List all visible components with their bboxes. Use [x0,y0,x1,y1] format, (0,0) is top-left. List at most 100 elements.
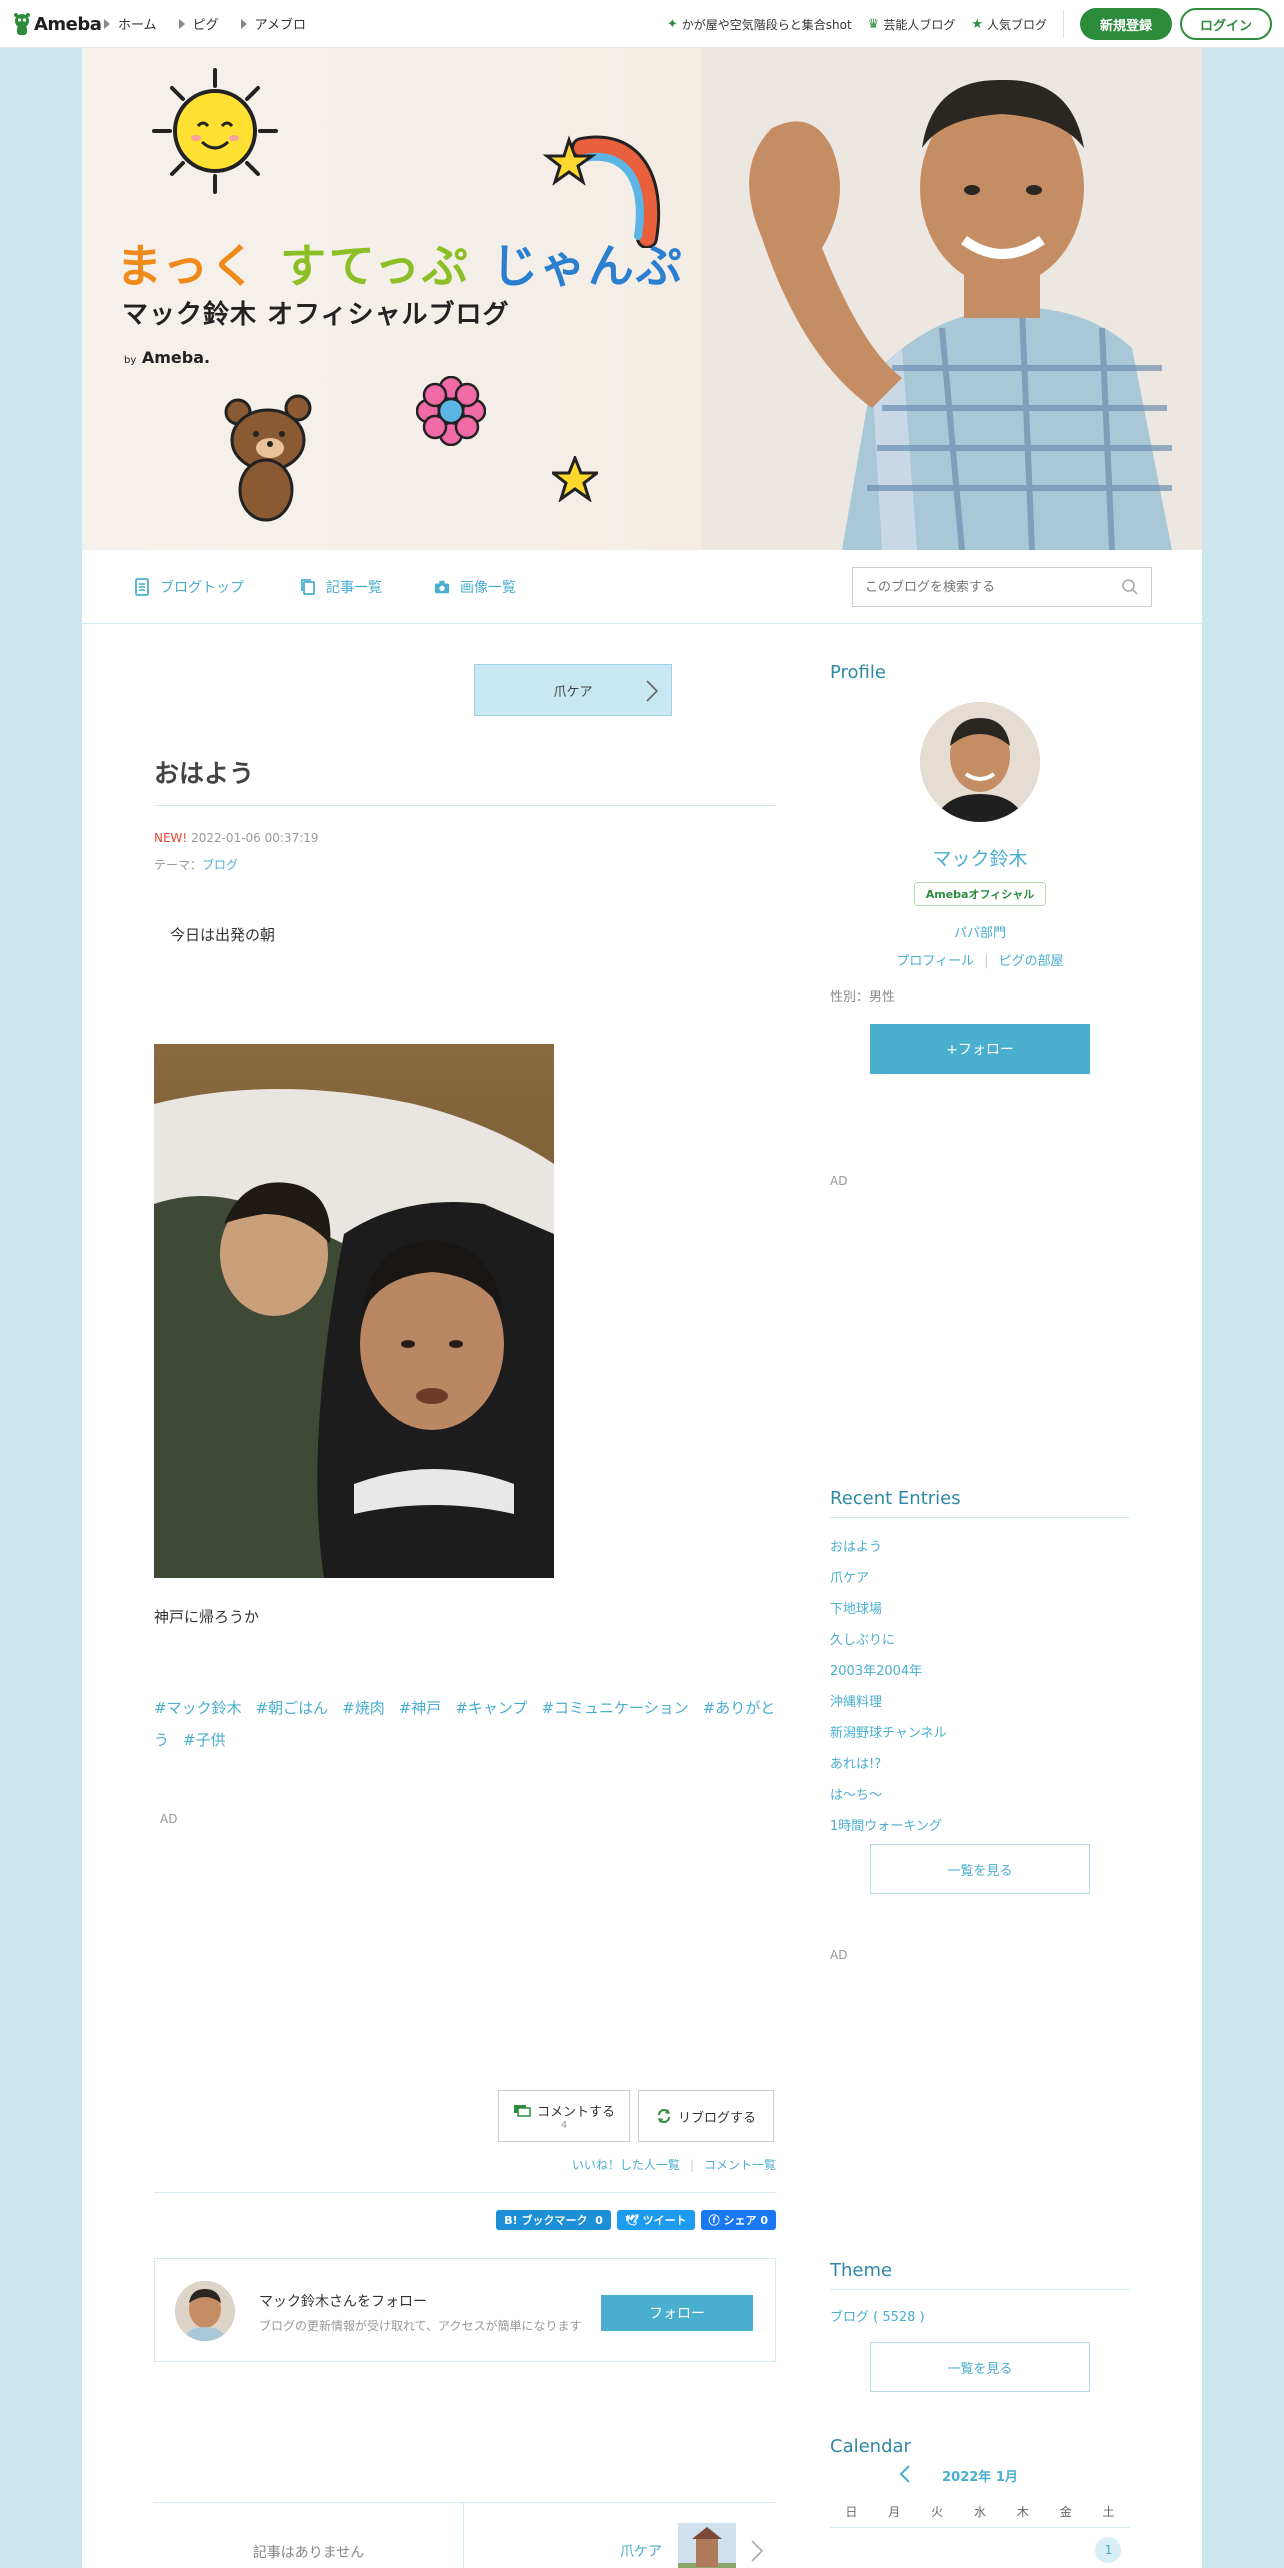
recent-see-all-button[interactable]: 一覧を見る [870,1844,1090,1894]
profile-follow-button[interactable]: +フォロー [870,1024,1090,1074]
hashtag[interactable]: #コミュニケーション [541,1699,688,1717]
hatena-bookmark-button[interactable]: B! ブックマーク 0 [496,2210,611,2230]
reblog-icon [657,2109,670,2123]
pigg-room-link[interactable]: ピグの部屋 [999,954,1064,969]
weekday: 月 [888,2505,901,2519]
calendar-weekdays: 日 月 火 水 木 金 土 [830,2496,1130,2528]
weekday: 火 [931,2505,944,2519]
recent-entry[interactable]: 1時間ウォーキング [830,1811,1130,1842]
article-date: NEW! 2022-01-06 00:37:19 [154,831,319,845]
recent-entry[interactable]: 爪ケア [830,1563,1130,1594]
popular-blog-link[interactable]: ★ 人気ブログ [971,16,1047,33]
banner-title-part2: すてっぷ [280,239,470,293]
recent-entries-heading: Recent Entries [830,1488,961,1509]
article-photo[interactable] [154,1044,554,1578]
link-separator: | [689,2158,694,2172]
theme-divider [830,2289,1130,2290]
recent-entry[interactable]: 新潟野球チャンネル [830,1718,1130,1749]
profile-avatar[interactable] [920,702,1040,822]
theme-link[interactable]: ブログ [202,858,238,872]
follow-card-button[interactable]: フォロー [601,2295,753,2331]
hashtag[interactable]: #キャンプ [455,1699,527,1717]
theme-see-all-button[interactable]: 一覧を見る [870,2342,1090,2392]
nav-image-list-label: 画像一覧 [460,580,516,596]
calendar-day-empty [1001,2529,1044,2568]
caret-right-icon [240,18,247,29]
banner-title: まっく すてっぷ じゃんぷ [116,230,684,296]
pager-next-thumbnail[interactable] [678,2523,736,2568]
hashtag[interactable]: #朝ごはん [256,1699,329,1717]
weekday: 土 [1102,2505,1115,2519]
title-divider [154,805,776,806]
author-avatar[interactable] [175,2281,235,2341]
nav-entry-list-label: 記事一覧 [326,580,382,596]
document-icon [135,578,149,596]
calendar-month: 2022年 1月 [942,2470,1018,2485]
author-photo [702,48,1202,550]
calendar-day-empty [830,2529,873,2568]
profile-link[interactable]: プロフィール [896,954,974,969]
calendar-day[interactable]: 1 [1087,2529,1130,2568]
facebook-share-button[interactable]: ⓕ シェア 0 [700,2210,776,2230]
recent-entry[interactable]: 沖縄料理 [830,1687,1130,1718]
follow-card-name: マック鈴木さんをフォロー [259,2294,427,2310]
profile-name[interactable]: マック鈴木 [830,844,1130,871]
entry-pager: 記事はありません 爪ケア [154,2502,776,2568]
recent-entries-section: Recent Entries [830,1488,1130,1518]
recent-entry[interactable]: 2003年2004年 [830,1656,1130,1687]
chevron-right-icon [751,2540,764,2562]
nav-entry-list[interactable]: 記事一覧 [300,577,382,597]
nav-home-label: ホーム [118,18,157,33]
comments-list-link[interactable]: コメント一覧 [704,2158,776,2172]
comment-button-label: コメントする [536,2105,615,2120]
prev-entry-link[interactable]: 爪ケア [474,664,672,716]
recent-entry[interactable]: 久しぶりに [830,1625,1130,1656]
calendar-day-with-post[interactable]: 1 [1095,2536,1122,2563]
blog-banner[interactable]: まっく すてっぷ じゃんぷ マック鈴木 オフィシャルブログ by Ameba. [82,48,1202,550]
comment-button[interactable]: コメントする 4 [498,2090,630,2142]
caret-right-icon [104,18,110,29]
link-separator: | [984,954,989,969]
hashtag[interactable]: #マック鈴木 [154,1699,242,1717]
featured-news-link[interactable]: ✦ かが屋や空気階段らと集合shot [667,16,852,33]
blog-search-input[interactable] [853,568,1103,606]
article-theme: テーマ：ブログ [154,856,238,873]
recent-entry[interactable]: 下地球場 [830,1594,1130,1625]
login-button[interactable]: ログイン [1180,8,1272,40]
weekday: 木 [1016,2505,1029,2519]
celebrity-blog-link[interactable]: ♛ 芸能人ブログ [868,16,956,33]
sun-illustration [152,68,278,194]
crown-icon: ♛ [867,16,880,32]
theme-section: Theme [830,2260,1130,2290]
share-divider [154,2192,776,2193]
theme-item[interactable]: ブログ ( 5528 ) [830,2306,925,2325]
hashtag[interactable]: #神戸 [399,1699,442,1717]
profile-category[interactable]: パパ部門 [830,922,1130,941]
calendar-day-empty [959,2529,1002,2568]
reblog-button[interactable]: リブログする [638,2090,774,2142]
featured-news-label: かが屋や空気階段らと集合shot [681,17,852,32]
register-button[interactable]: 新規登録 [1080,8,1172,40]
reblog-button-label: リブログする [677,2110,756,2126]
recent-entry[interactable]: おはよう [830,1532,1130,1563]
by-ameba-label: by Ameba. [124,348,210,367]
tweet-button[interactable]: 🕊 ツイート [616,2210,695,2230]
nav-ameblo[interactable]: アメブロ [240,14,306,33]
follow-card-desc: ブログの更新情報が受け取れて、アクセスが簡単になります [259,2319,582,2333]
nav-pigg[interactable]: ピグ [178,14,219,33]
recent-entry[interactable]: は〜ち〜 [830,1780,1130,1811]
header-divider [1063,10,1064,38]
nav-home[interactable]: ホーム [104,14,157,33]
search-icon[interactable] [1121,578,1139,596]
next-entry-thumbnail-image [678,2523,736,2568]
nav-image-list[interactable]: 画像一覧 [434,577,516,597]
hashtag[interactable]: #焼肉 [342,1699,385,1717]
nav-blog-top[interactable]: ブログトップ [134,577,244,597]
recent-entry[interactable]: あれは!? [830,1749,1130,1780]
chevron-right-icon [646,680,659,702]
pager-next-link[interactable]: 爪ケア [620,2541,662,2561]
hashtag[interactable]: #子供 [183,1731,226,1749]
ameba-logo[interactable]: Ameba [12,11,102,37]
likes-list-link[interactable]: いいね！した人一覧 [572,2158,680,2172]
hashtag-list: #マック鈴木 #朝ごはん #焼肉 #神戸 #キャンプ #コミュニケーション #ありがとう #子… [154,1692,776,1756]
